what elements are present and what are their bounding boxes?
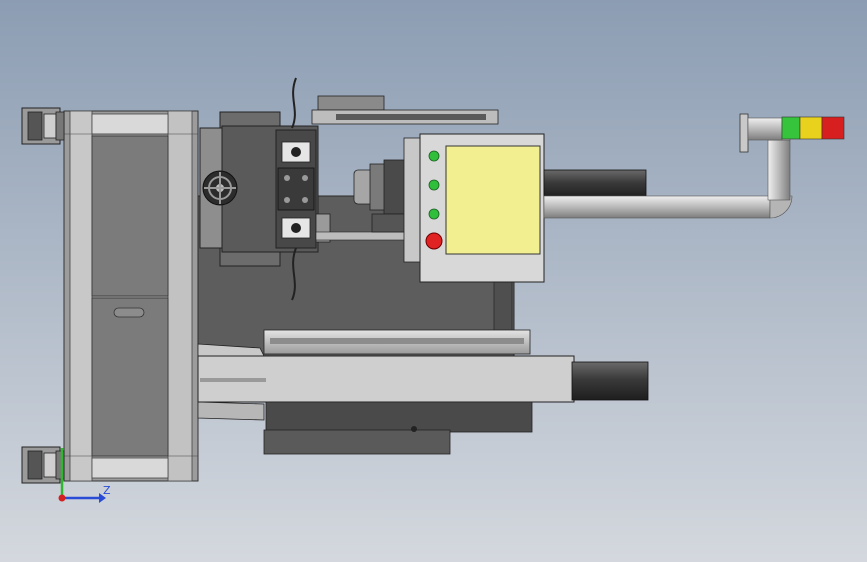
- panel-handle: [113, 307, 145, 318]
- panel-actuator: [543, 169, 647, 199]
- frame-panel-upper: [91, 135, 169, 297]
- slide-cylinder: [571, 361, 649, 401]
- indicator-light-3: [428, 208, 440, 220]
- frame-panel-lower: [91, 297, 169, 457]
- feed-rod: [315, 231, 407, 241]
- control-panel[interactable]: [403, 133, 545, 283]
- tower-light-red: [821, 116, 845, 140]
- caster-wheel-top: [21, 107, 65, 145]
- axis-z-label: Z: [103, 484, 111, 497]
- cad-viewport[interactable]: Z: [0, 0, 867, 562]
- clamp-block-mid: [277, 167, 315, 211]
- tower-light-green: [781, 116, 801, 140]
- indicator-light-1: [428, 150, 440, 162]
- main-frame: [63, 110, 199, 482]
- indicator-light-2: [428, 179, 440, 191]
- hmi-screen: [445, 145, 541, 255]
- caster-wheel-bottom: [21, 446, 65, 484]
- tower-light-yellow: [799, 116, 823, 140]
- emergency-stop-button: [425, 232, 443, 250]
- machine-assembly-drawing: [0, 0, 867, 562]
- axis-origin: [58, 494, 66, 502]
- signal-tower-lights: [781, 116, 845, 140]
